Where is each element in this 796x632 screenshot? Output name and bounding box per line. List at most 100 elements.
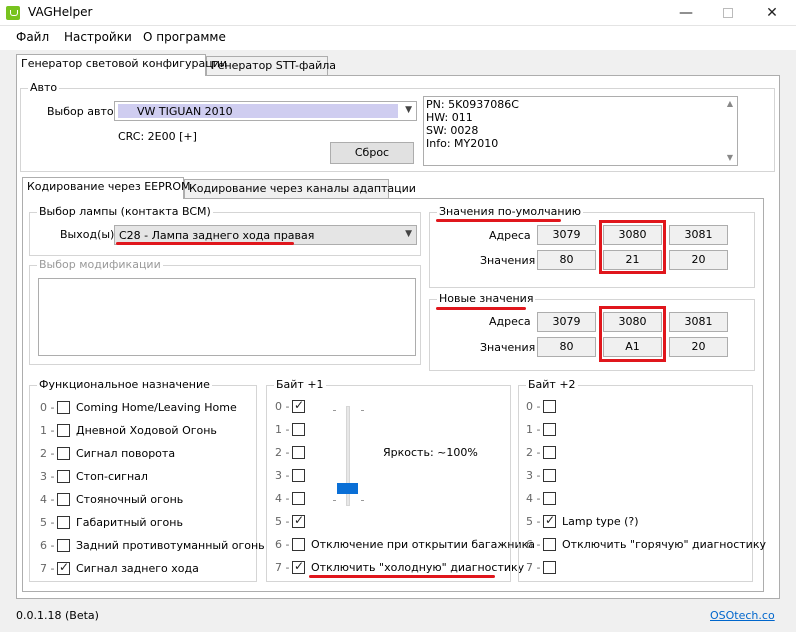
option-label: Стояночный огонь xyxy=(76,493,184,506)
checkbox[interactable] xyxy=(57,447,70,460)
option-label: Стоп-сигнал xyxy=(76,470,148,483)
byte1-option-1[interactable]: 1 - xyxy=(275,422,495,438)
option-index: 4 - xyxy=(526,492,541,505)
scroll-up-icon[interactable]: ▲ xyxy=(723,97,737,111)
option-index: 5 - xyxy=(526,515,541,528)
func-option-1[interactable]: 1 - Дневной Ходовой Огонь xyxy=(40,423,260,439)
website-link[interactable]: OSOtech.co xyxy=(710,609,775,622)
option-index: 7 - xyxy=(275,561,290,574)
menu-file[interactable]: Файл xyxy=(16,30,49,44)
checkbox[interactable] xyxy=(292,398,305,413)
defaults-val-cell: 80 xyxy=(537,250,596,270)
checkbox[interactable] xyxy=(57,516,70,529)
func-option-4[interactable]: 4 - Стояночный огонь xyxy=(40,492,260,508)
func-option-6[interactable]: 6 - Задний противотуманный огонь xyxy=(40,538,265,554)
byte2-group-title: Байт +2 xyxy=(526,378,578,391)
slider-tick xyxy=(361,500,364,501)
checkbox[interactable] xyxy=(292,559,305,574)
mod-listbox[interactable] xyxy=(38,278,416,356)
checkbox[interactable] xyxy=(292,423,305,436)
byte2-option-6[interactable]: 6 - Отключить "горячую" диагностику xyxy=(526,537,766,553)
option-label: Дневной Ходовой Огонь xyxy=(76,424,217,437)
option-index: 3 - xyxy=(275,469,290,482)
chevron-down-icon: ▼ xyxy=(405,105,412,115)
option-index: 2 - xyxy=(40,447,55,460)
byte1-option-3[interactable]: 3 - xyxy=(275,468,495,484)
newvals-group-title: Новые значения xyxy=(437,292,536,305)
byte2-option-0[interactable]: 0 - xyxy=(526,399,746,415)
byte1-option-6[interactable]: 6 - Отключение при открытии багажника xyxy=(275,537,535,553)
brightness-label: Яркость: ~100% xyxy=(383,446,478,459)
menu-settings[interactable]: Настройки xyxy=(64,30,132,44)
checkbox[interactable] xyxy=(57,424,70,437)
option-index: 1 - xyxy=(526,423,541,436)
checkbox[interactable] xyxy=(543,538,556,551)
output-label: Выход(ы) xyxy=(60,228,115,241)
checkbox[interactable] xyxy=(543,492,556,505)
highlight-underline-newvals xyxy=(436,307,526,310)
checkbox[interactable] xyxy=(543,513,556,528)
byte1-group-title: Байт +1 xyxy=(274,378,326,391)
byte2-option-5[interactable]: 5 - Lamp type (?) xyxy=(526,513,746,530)
info-sw: SW: 0028 xyxy=(426,124,479,137)
checkbox[interactable] xyxy=(543,561,556,574)
checkbox[interactable] xyxy=(292,469,305,482)
option-label: Сигнал поворота xyxy=(76,447,176,460)
option-index: 1 - xyxy=(275,423,290,436)
byte2-option-1[interactable]: 1 - xyxy=(526,422,746,438)
checkbox[interactable] xyxy=(57,539,70,552)
checkbox[interactable] xyxy=(292,538,305,551)
checkbox[interactable] xyxy=(292,492,305,505)
subtab-adapt[interactable]: Кодирование через каналы адаптации xyxy=(184,179,416,199)
func-option-2[interactable]: 2 - Сигнал поворота xyxy=(40,446,260,462)
newvals-addr-cell: 3081 xyxy=(669,312,728,332)
checkbox[interactable] xyxy=(543,400,556,413)
info-pn: PN: 5K0937086C xyxy=(426,98,519,111)
newvals-val-cell: 20 xyxy=(669,337,728,357)
option-index: 7 - xyxy=(40,562,55,575)
defaults-addr-cell: 3081 xyxy=(669,225,728,245)
func-option-5[interactable]: 5 - Габаритный огонь xyxy=(40,515,260,531)
newvals-addr-label: Адреса xyxy=(489,315,531,328)
checkbox[interactable] xyxy=(57,470,70,483)
minimize-button[interactable]: — xyxy=(664,0,708,26)
checkbox[interactable] xyxy=(543,423,556,436)
option-label: Отключение при открытии багажника xyxy=(311,538,536,551)
byte2-option-2[interactable]: 2 - xyxy=(526,445,746,461)
byte1-option-5[interactable]: 5 - xyxy=(275,513,495,530)
func-option-7[interactable]: 7 - Сигнал заднего хода xyxy=(40,560,260,577)
window-title: VAGHelper xyxy=(28,5,93,19)
byte1-option-0[interactable]: 0 - xyxy=(275,398,495,415)
checkbox[interactable] xyxy=(57,560,70,575)
option-index: 3 - xyxy=(526,469,541,482)
byte2-option-3[interactable]: 3 - xyxy=(526,468,746,484)
byte2-option-4[interactable]: 4 - xyxy=(526,491,746,507)
checkbox[interactable] xyxy=(292,446,305,459)
highlight-box-defaults xyxy=(599,220,666,274)
checkbox[interactable] xyxy=(57,401,70,414)
option-index: 0 - xyxy=(275,400,290,413)
checkbox[interactable] xyxy=(543,446,556,459)
maximize-button[interactable] xyxy=(706,0,750,26)
func-option-3[interactable]: 3 - Стоп-сигнал xyxy=(40,469,260,485)
byte2-option-7[interactable]: 7 - xyxy=(526,560,746,576)
option-index: 6 - xyxy=(40,539,55,552)
checkbox[interactable] xyxy=(57,493,70,506)
option-index: 1 - xyxy=(40,424,55,437)
brightness-slider-thumb[interactable] xyxy=(337,483,358,494)
option-label: Задний противотуманный огонь xyxy=(76,539,265,552)
auto-select[interactable]: VW TIGUAN 2010 ▼ xyxy=(114,101,417,121)
close-button[interactable]: ✕ xyxy=(750,0,794,26)
byte1-option-4[interactable]: 4 - xyxy=(275,491,495,507)
slider-tick xyxy=(361,410,364,411)
checkbox[interactable] xyxy=(543,469,556,482)
option-label: Отключить "холодную" диагностику xyxy=(311,561,525,574)
menu-about[interactable]: О программе xyxy=(143,30,226,44)
subtab-eeprom[interactable]: Кодирование через EEPROM xyxy=(22,177,191,199)
byte1-option-7[interactable]: 7 - Отключить "холодную" диагностику xyxy=(275,559,524,576)
tab-light-config[interactable]: Генератор световой конфигурации xyxy=(16,54,227,76)
scroll-down-icon[interactable]: ▼ xyxy=(723,151,737,165)
checkbox[interactable] xyxy=(292,513,305,528)
func-option-0[interactable]: 0 - Coming Home/Leaving Home xyxy=(40,400,260,416)
reset-button[interactable]: Сброс xyxy=(330,142,414,164)
